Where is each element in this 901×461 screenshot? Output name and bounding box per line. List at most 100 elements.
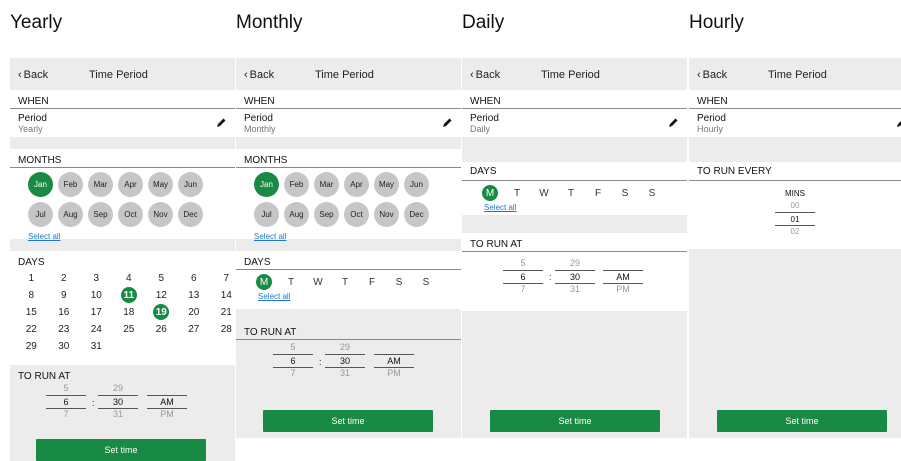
weekday-sun[interactable]: S — [644, 185, 671, 201]
calendar-day[interactable]: 22 — [15, 322, 48, 336]
weekday-tue[interactable]: T — [509, 185, 536, 201]
month-chip-mar[interactable]: Mar — [314, 172, 339, 197]
hour-wheel[interactable]: 5 6 7 — [503, 258, 543, 296]
select-all-link[interactable]: Select all — [462, 201, 687, 212]
month-chip-mar[interactable]: Mar — [88, 172, 113, 197]
weekday-sun[interactable]: S — [418, 274, 445, 290]
month-chip-feb[interactable]: Feb — [58, 172, 83, 197]
minute-wheel[interactable]: 29 30 31 — [555, 258, 595, 296]
ampm-wheel[interactable]: AM PM — [147, 383, 187, 421]
calendar-day[interactable]: 29 — [15, 339, 48, 353]
weekday-thu[interactable]: T — [337, 274, 364, 290]
month-chip-apr[interactable]: Apr — [344, 172, 369, 197]
calendar-day[interactable]: 28 — [210, 322, 235, 336]
weekday-thu[interactable]: T — [563, 185, 590, 201]
calendar-day[interactable]: 16 — [48, 305, 81, 319]
month-chip-aug[interactable]: Aug — [284, 202, 309, 227]
select-all-link[interactable]: Select all — [236, 290, 461, 301]
calendar-day[interactable]: 9 — [48, 288, 81, 302]
calendar-day[interactable]: 1 — [15, 271, 48, 285]
month-chip-jun[interactable]: Jun — [404, 172, 429, 197]
calendar-day[interactable]: 19 — [145, 304, 178, 320]
month-chip-dec[interactable]: Dec — [404, 202, 429, 227]
calendar-day[interactable]: 7 — [210, 271, 235, 285]
calendar-day[interactable]: 2 — [48, 271, 81, 285]
pencil-icon[interactable] — [667, 117, 679, 129]
month-chip-feb[interactable]: Feb — [284, 172, 309, 197]
set-time-button[interactable]: Set time — [36, 439, 206, 461]
month-chip-nov[interactable]: Nov — [374, 202, 399, 227]
calendar-day[interactable]: 27 — [178, 322, 211, 336]
pencil-icon[interactable] — [895, 117, 901, 129]
calendar-day[interactable]: 3 — [80, 271, 113, 285]
calendar-day[interactable]: 5 — [145, 271, 178, 285]
calendar-day[interactable]: 14 — [210, 288, 235, 302]
weekday-tue[interactable]: T — [283, 274, 310, 290]
hour-wheel[interactable]: 5 6 7 — [46, 383, 86, 421]
month-chip-sep[interactable]: Sep — [314, 202, 339, 227]
month-chip-oct[interactable]: Oct — [118, 202, 143, 227]
calendar-day[interactable]: 6 — [178, 271, 211, 285]
month-chip-dec[interactable]: Dec — [178, 202, 203, 227]
back-button[interactable]: ‹ Back — [470, 69, 500, 81]
month-chip-may[interactable]: May — [148, 172, 173, 197]
pencil-icon[interactable] — [215, 117, 227, 129]
calendar-day[interactable]: 10 — [80, 288, 113, 302]
hour-prev: 5 — [520, 258, 526, 268]
back-button[interactable]: ‹ Back — [244, 69, 274, 81]
calendar-day[interactable]: 11 — [113, 287, 146, 303]
month-chip-aug[interactable]: Aug — [58, 202, 83, 227]
hour-wheel[interactable]: 5 6 7 — [273, 342, 313, 380]
period-row[interactable]: Period Hourly — [689, 109, 901, 137]
back-button[interactable]: ‹ Back — [697, 69, 727, 81]
calendar-day[interactable]: 8 — [15, 288, 48, 302]
month-chip-jun[interactable]: Jun — [178, 172, 203, 197]
calendar-day[interactable]: 20 — [178, 305, 211, 319]
weekday-wed[interactable]: W — [310, 274, 337, 290]
month-chip-jan[interactable]: Jan — [28, 172, 53, 197]
period-row[interactable]: Period Yearly — [10, 109, 235, 137]
month-chip-jan[interactable]: Jan — [254, 172, 279, 197]
back-button[interactable]: ‹ Back — [18, 69, 48, 81]
weekday-row: M T W T F S S — [236, 270, 461, 290]
calendar-day[interactable]: 25 — [113, 322, 146, 336]
calendar-day[interactable]: 12 — [145, 288, 178, 302]
weekday-wed[interactable]: W — [536, 185, 563, 201]
calendar-day[interactable]: 13 — [178, 288, 211, 302]
ampm-wheel[interactable]: AM PM — [374, 342, 414, 380]
month-chip-oct[interactable]: Oct — [344, 202, 369, 227]
pencil-icon[interactable] — [441, 117, 453, 129]
calendar-day[interactable]: 18 — [113, 305, 146, 319]
month-chip-jul[interactable]: Jul — [28, 202, 53, 227]
month-chip-apr[interactable]: Apr — [118, 172, 143, 197]
month-chip-may[interactable]: May — [374, 172, 399, 197]
minute-wheel[interactable]: 29 30 31 — [325, 342, 365, 380]
weekday-fri[interactable]: F — [590, 185, 617, 201]
calendar-day-label: 24 — [90, 323, 102, 335]
weekday-sat[interactable]: S — [617, 185, 644, 201]
calendar-day[interactable]: 15 — [15, 305, 48, 319]
calendar-day[interactable]: 21 — [210, 305, 235, 319]
calendar-day[interactable]: 26 — [145, 322, 178, 336]
minutes-picker[interactable]: MINS 00 01 02 — [689, 181, 901, 238]
weekday-fri[interactable]: F — [364, 274, 391, 290]
month-chip-nov[interactable]: Nov — [148, 202, 173, 227]
weekday-sat[interactable]: S — [391, 274, 418, 290]
month-chip-sep[interactable]: Sep — [88, 202, 113, 227]
calendar-day[interactable]: 31 — [80, 339, 113, 353]
calendar-day[interactable]: 23 — [48, 322, 81, 336]
ampm-wheel[interactable]: AM PM — [603, 258, 643, 296]
calendar-day[interactable]: 30 — [48, 339, 81, 353]
calendar-day[interactable]: 24 — [80, 322, 113, 336]
set-time-button[interactable]: Set time — [717, 410, 887, 432]
month-chip-jul[interactable]: Jul — [254, 202, 279, 227]
calendar-day[interactable]: 4 — [113, 271, 146, 285]
set-time-button[interactable]: Set time — [490, 410, 660, 432]
weekday-mon[interactable]: M — [482, 185, 509, 201]
set-time-button[interactable]: Set time — [263, 410, 433, 432]
minute-wheel[interactable]: 29 30 31 — [98, 383, 138, 421]
weekday-mon[interactable]: M — [256, 274, 283, 290]
calendar-day[interactable]: 17 — [80, 305, 113, 319]
period-row[interactable]: Period Monthly — [236, 109, 461, 137]
period-row[interactable]: Period Daily — [462, 109, 687, 137]
